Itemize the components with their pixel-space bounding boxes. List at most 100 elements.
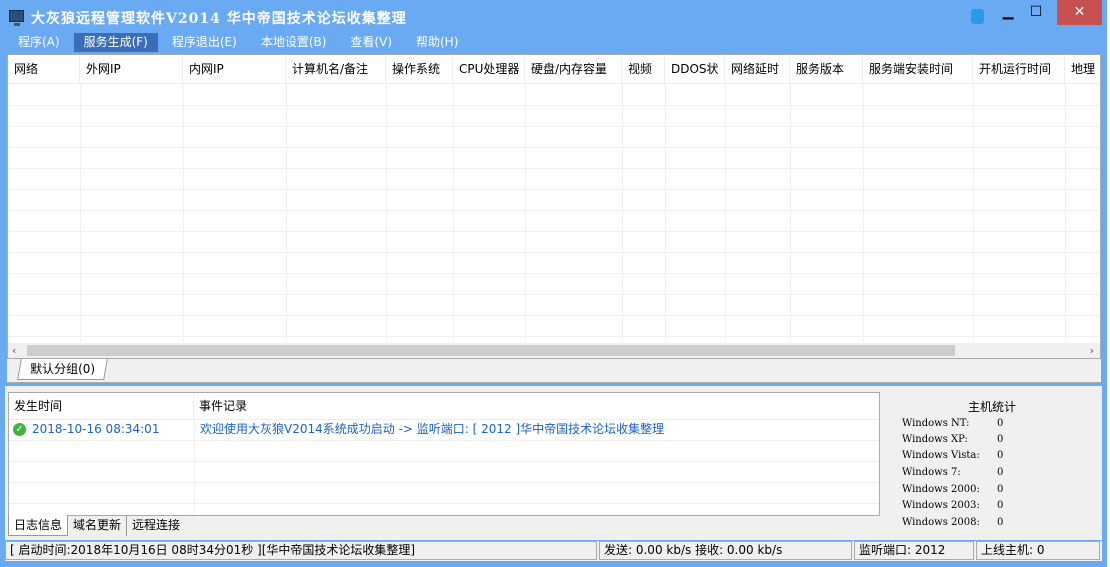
grid-line [8, 273, 1100, 274]
bottom-tabs: 日志信息 域名更新 远程连接 [8, 515, 185, 536]
log-header-event[interactable]: 事件记录 [194, 393, 247, 419]
close-button[interactable]: ✕ [1057, 0, 1102, 25]
grid-line [725, 84, 726, 342]
grid-line [665, 84, 666, 342]
grid-line [525, 84, 526, 342]
grid-line [8, 210, 1100, 211]
stats-row: Windows 2000: 0 [902, 484, 1003, 495]
stats-label: Windows NT: [902, 418, 970, 429]
stats-row: Windows XP: 0 [902, 434, 1003, 445]
stats-value: 0 [997, 418, 1004, 429]
stats-value: 0 [997, 484, 1004, 495]
main-window: 大灰狼远程管理软件V2014 华中帝国技术论坛收集整理 ▁ ☐ ✕ 程序(A) … [0, 0, 1107, 567]
grid-line [8, 294, 1100, 295]
column-header[interactable]: 地理 [1065, 55, 1100, 84]
status-bar: [ 启动时间:2018年10月16日 08时34分01秒 ][华中帝国技术论坛收… [5, 541, 1102, 561]
menu-program[interactable]: 程序(A) [8, 33, 70, 52]
status-listen-port: 监听端口: 2012 [854, 541, 974, 560]
column-header[interactable]: 计算机名/备注 [286, 55, 386, 84]
tab-default-group[interactable]: 默认分组(0) [17, 359, 108, 380]
stats-label: Windows XP: [902, 434, 968, 445]
stats-value: 0 [997, 467, 1004, 478]
horizontal-scrollbar[interactable]: ‹ › [8, 343, 1100, 358]
column-header[interactable]: 硬盘/内存容量 [525, 55, 622, 84]
scroll-thumb[interactable] [27, 345, 955, 356]
menu-settings[interactable]: 本地设置(B) [251, 33, 337, 52]
column-header[interactable]: 服务端安装时间 [863, 55, 973, 84]
column-header[interactable]: 网络延时 [725, 55, 790, 84]
group-tabs: 默认分组(0) [7, 359, 1101, 383]
host-list[interactable]: 网络 外网IP 内网IP 计算机名/备注 操作系统 CPU处理器 硬盘/内存容量 视频 DDOS… [7, 54, 1101, 359]
log-header-time[interactable]: 发生时间 [9, 393, 194, 419]
column-header[interactable]: 操作系统 [386, 55, 453, 84]
stats-label: Windows 7: [902, 467, 961, 478]
grid-line [8, 189, 1100, 190]
status-traffic: 发送: 0.00 kb/s 接收: 0.00 kb/s [599, 541, 852, 560]
scroll-left-arrow[interactable]: ‹ [12, 343, 16, 358]
lower-panel: 发生时间 事件记录 ✓ 2018-10-16 08:34:01 欢迎使用大灰狼V2… [5, 386, 1102, 540]
success-check-icon: ✓ [13, 423, 26, 436]
grid-line [863, 84, 864, 342]
grid-line [973, 84, 974, 342]
grid-line [8, 126, 1100, 127]
stats-label: Windows 2003: [902, 500, 980, 511]
stats-row: Windows 7: 0 [902, 467, 1003, 478]
menu-view[interactable]: 查看(V) [340, 33, 402, 52]
stats-title: 主机统计 [967, 400, 1016, 414]
grid-line [453, 84, 454, 342]
column-header[interactable]: 外网IP [80, 55, 183, 84]
grid-line [622, 84, 623, 342]
maximize-button[interactable]: ☐ [1021, 0, 1051, 25]
grid-line [8, 252, 1100, 253]
status-start-time: [ 启动时间:2018年10月16日 08时34分01秒 ][华中帝国技术论坛收… [5, 541, 597, 560]
menu-build-service[interactable]: 服务生成(F) [73, 33, 158, 52]
stats-label: Windows 2000: [902, 484, 980, 495]
stats-row: Windows NT: 0 [902, 418, 1003, 429]
stats-value: 0 [997, 450, 1004, 461]
status-online-hosts: 上线主机: 0 [976, 541, 1100, 560]
monitor-icon [9, 10, 24, 26]
log-row-time[interactable]: ✓ 2018-10-16 08:34:01 [13, 419, 159, 440]
tab-domain-update[interactable]: 域名更新 [68, 515, 128, 536]
host-list-header: 网络 外网IP 内网IP 计算机名/备注 操作系统 CPU处理器 硬盘/内存容量 视频 DDOS… [8, 55, 1100, 84]
title-bar: 大灰狼远程管理软件V2014 华中帝国技术论坛收集整理 ▁ ☐ ✕ [0, 0, 1107, 32]
grid-line [183, 84, 184, 342]
skin-icon[interactable] [971, 9, 984, 24]
column-header[interactable]: 开机运行时间 [973, 55, 1065, 84]
grid-line [8, 168, 1100, 169]
grid-line [8, 231, 1100, 232]
grid-line [80, 84, 81, 342]
column-header[interactable]: 服务版本 [790, 55, 863, 84]
tab-log-info[interactable]: 日志信息 [8, 515, 69, 536]
grid-line [790, 84, 791, 342]
window-title: 大灰狼远程管理软件V2014 华中帝国技术论坛收集整理 [31, 11, 407, 27]
stats-value: 0 [997, 500, 1004, 511]
grid-line [8, 147, 1100, 148]
column-header[interactable]: 网络 [8, 55, 80, 84]
menu-bar: 程序(A) 服务生成(F) 程序退出(E) 本地设置(B) 查看(V) 帮助(H… [8, 33, 472, 52]
host-statistics: 主机统计 Windows NT: 0 Windows XP: 0 Windows Vis… [884, 388, 1100, 534]
stats-label: Windows Vista: [902, 450, 980, 461]
tab-remote-connect[interactable]: 远程连接 [127, 515, 185, 536]
column-header[interactable]: CPU处理器 [453, 55, 525, 84]
stats-value: 0 [997, 434, 1004, 445]
log-row-event[interactable]: 欢迎使用大灰狼V2014系统成功启动 -> 监听端口: [ 2012 ]华中帝国… [200, 419, 664, 440]
log-time: 2018-10-16 08:34:01 [32, 422, 160, 436]
grid-line [386, 84, 387, 342]
column-header[interactable]: 视频 [622, 55, 665, 84]
grid-line [8, 315, 1100, 316]
grid-line [8, 336, 1100, 337]
menu-exit[interactable]: 程序退出(E) [162, 33, 247, 52]
stats-row: Windows Vista: 0 [902, 450, 1003, 461]
column-header[interactable]: DDOS状 [665, 55, 725, 84]
stats-row: Windows 2003: 0 [902, 500, 1003, 511]
menu-help[interactable]: 帮助(H) [406, 33, 468, 52]
grid-line [8, 105, 1100, 106]
grid-line [286, 84, 287, 342]
scroll-right-arrow[interactable]: › [1090, 343, 1094, 358]
column-header[interactable]: 内网IP [183, 55, 286, 84]
event-log[interactable]: 发生时间 事件记录 ✓ 2018-10-16 08:34:01 欢迎使用大灰狼V2… [8, 392, 880, 516]
stats-label: Windows 2008: [902, 517, 980, 528]
grid-line [1065, 84, 1066, 342]
minimize-button[interactable]: ▁ [991, 0, 1025, 25]
